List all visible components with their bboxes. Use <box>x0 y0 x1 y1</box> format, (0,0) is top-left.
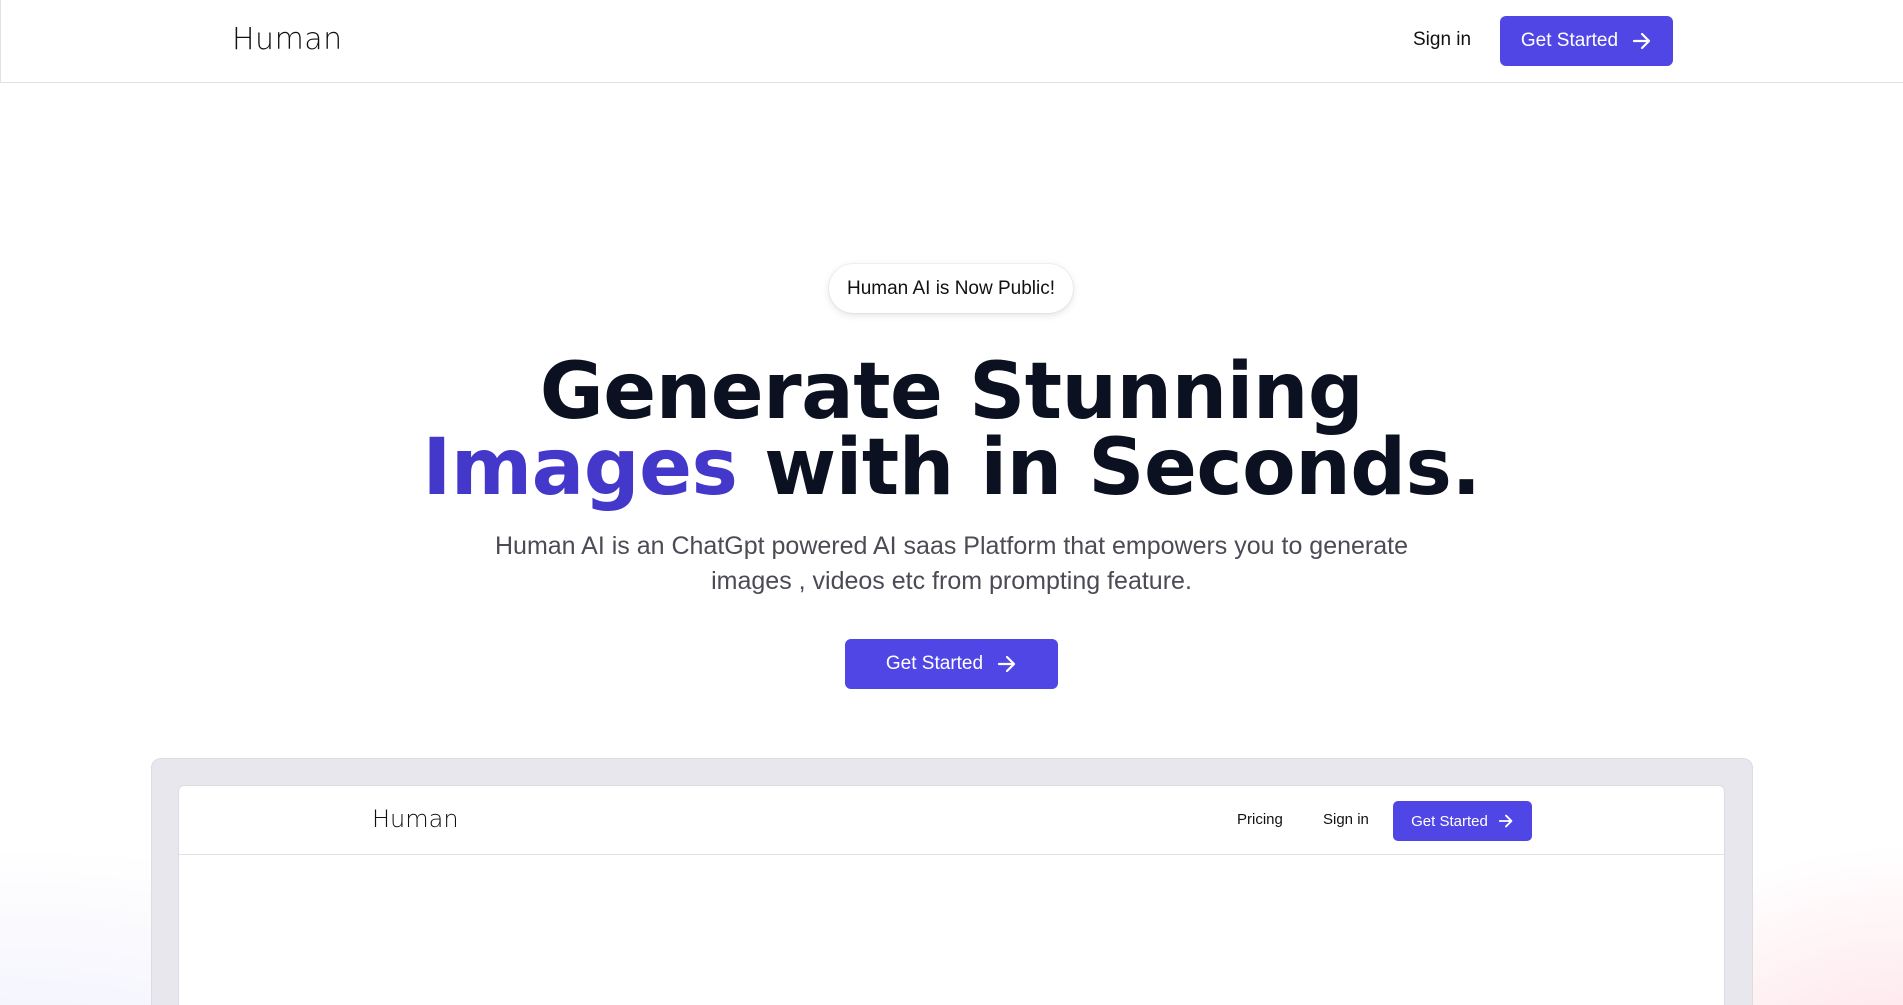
preview-get-started-label: Get Started <box>1411 812 1488 830</box>
arrow-right-icon <box>1632 32 1651 50</box>
preview-get-started-button[interactable]: Get Started <box>1393 801 1532 841</box>
get-started-button[interactable]: Get Started <box>1500 16 1673 66</box>
hero-get-started-button[interactable]: Get Started <box>845 639 1058 689</box>
top-navbar: Human Sign in Get Started <box>0 0 1903 83</box>
get-started-label: Get Started <box>1520 30 1619 51</box>
preview-sign-in-link[interactable]: Sign in <box>1323 811 1369 828</box>
logo[interactable]: Human <box>232 22 343 57</box>
hero-description-line-1: Human AI is an ChatGpt powered AI saas P… <box>495 532 1408 560</box>
preview-logo[interactable]: Human <box>372 805 459 833</box>
preview-screen: Human Pricing Sign in Get Started <box>178 785 1725 1005</box>
headline-line-1: Generate Stunning <box>539 347 1364 437</box>
preview-pricing-link[interactable]: Pricing <box>1237 811 1283 828</box>
hero-description-line-2: images , videos etc from prompting featu… <box>711 567 1192 595</box>
headline-line-2-rest: with in Seconds. <box>737 423 1481 513</box>
preview-navbar: Human Pricing Sign in Get Started <box>179 786 1724 855</box>
headline-line-2: Images with in Seconds. <box>0 429 1903 507</box>
hero-get-started-label: Get Started <box>885 653 984 674</box>
arrow-right-icon <box>1498 814 1513 828</box>
arrow-right-icon <box>997 655 1016 673</box>
announcement-badge: Human AI is Now Public! <box>829 264 1073 313</box>
sign-in-link[interactable]: Sign in <box>1413 29 1471 51</box>
headline-accent-word: Images <box>422 423 738 513</box>
